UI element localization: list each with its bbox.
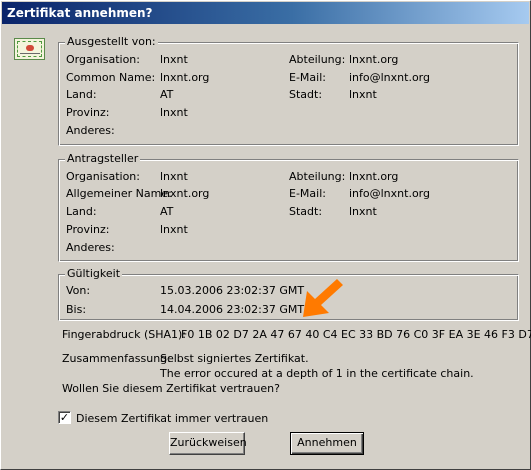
organisation-label: Organisation:	[66, 170, 140, 183]
common-name-label: Allgemeiner Name:	[66, 187, 172, 200]
accept-button[interactable]: Annehmen	[290, 432, 364, 455]
abteilung-value: lnxnt.org	[349, 170, 399, 183]
email-label: E-Mail:	[289, 187, 326, 200]
valid-from-value: 15.03.2006 23:02:37 GMT	[160, 284, 305, 297]
validity-group: Gültigkeit Von: 15.03.2006 23:02:37 GMT …	[58, 267, 519, 321]
common-name-value: lnxnt.org	[160, 71, 210, 84]
common-name-value: lnxnt.org	[160, 187, 210, 200]
common-name-label: Common Name:	[66, 71, 156, 84]
organisation-value: lnxnt	[160, 170, 188, 183]
provinz-label: Provinz:	[66, 106, 110, 119]
always-trust-label[interactable]: Diesem Zertifikat immer vertrauen	[76, 412, 268, 425]
email-label: E-Mail:	[289, 71, 326, 84]
land-label: Land:	[66, 205, 97, 218]
summary-label: Zusammenfassung:	[62, 352, 171, 365]
provinz-value: lnxnt	[160, 106, 188, 119]
issued-by-group: Ausgestellt von: Organisation: lnxnt Com…	[58, 35, 519, 146]
valid-to-value: 14.04.2006 23:02:37 GMT	[160, 303, 305, 316]
stadt-label: Stadt:	[289, 88, 323, 101]
email-value: info@lnxnt.org	[349, 71, 430, 84]
email-value: info@lnxnt.org	[349, 187, 430, 200]
always-trust-checkbox[interactable]: ✓	[58, 411, 71, 424]
anderes-label: Anderes:	[66, 241, 115, 254]
trust-question: Wollen Sie diesem Zertifikat vertrauen?	[62, 382, 280, 395]
validity-legend: Gültigkeit	[65, 267, 123, 280]
title-bar[interactable]: Zertifikat annehmen?	[2, 2, 529, 24]
certificate-dialog: Zertifikat annehmen? Ausgestellt von: Or…	[0, 0, 531, 470]
abteilung-label: Abteilung:	[289, 170, 346, 183]
provinz-label: Provinz:	[66, 223, 110, 236]
stadt-value: lnxnt	[349, 88, 377, 101]
abteilung-value: lnxnt.org	[349, 53, 399, 66]
organisation-value: lnxnt	[160, 53, 188, 66]
certificate-icon	[14, 38, 45, 60]
dialog-title: Zertifikat annehmen?	[7, 6, 153, 20]
arrow-down-left-icon	[303, 279, 343, 317]
summary-line-1: Selbst signiertes Zertifikat.	[160, 352, 309, 365]
fingerprint-label: Fingerabdruck (SHA1):	[62, 328, 187, 341]
requester-legend: Antragsteller	[65, 152, 141, 165]
land-value: AT	[160, 88, 174, 101]
anderes-label: Anderes:	[66, 124, 115, 137]
land-label: Land:	[66, 88, 97, 101]
summary-line-2: The error occured at a depth of 1 in the…	[160, 367, 474, 380]
organisation-label: Organisation:	[66, 53, 140, 66]
stadt-label: Stadt:	[289, 205, 323, 218]
land-value: AT	[160, 205, 174, 218]
requester-group: Antragsteller Organisation: lnxnt Allgem…	[58, 152, 519, 262]
stadt-value: lnxnt	[349, 205, 377, 218]
provinz-value: lnxnt	[160, 223, 188, 236]
reject-button[interactable]: Zurückweisen	[169, 432, 247, 455]
issued-by-legend: Ausgestellt von:	[65, 35, 158, 48]
valid-to-label: Bis:	[66, 303, 87, 316]
valid-from-label: Von:	[66, 284, 91, 297]
abteilung-label: Abteilung:	[289, 53, 346, 66]
fingerprint-value: F0 1B 02 D7 2A 47 67 40 C4 EC 33 BD 76 C…	[181, 328, 531, 341]
